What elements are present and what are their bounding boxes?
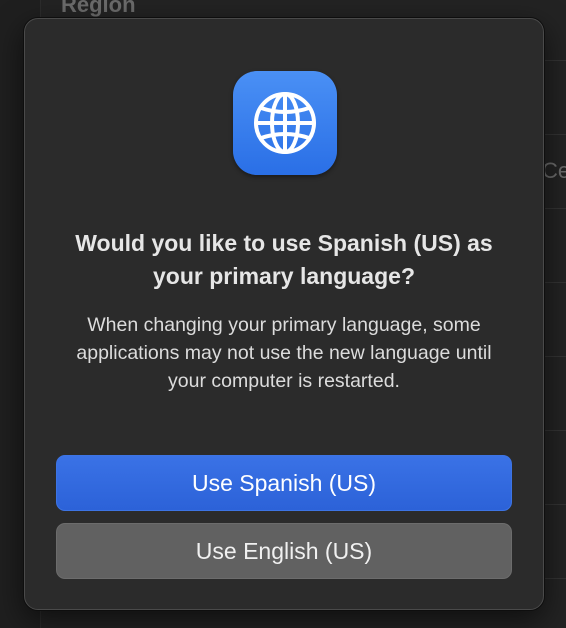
background-region-label: Region (61, 0, 136, 17)
globe-glyph (254, 92, 316, 154)
use-spanish-button[interactable]: Use Spanish (US) (56, 455, 512, 511)
dialog-title: Would you like to use Spanish (US) as yo… (75, 230, 493, 289)
use-english-button[interactable]: Use English (US) (56, 523, 512, 579)
globe-icon (233, 71, 337, 175)
background-partial-label: Ce (542, 158, 566, 183)
language-change-dialog: Would you like to use Spanish (US) as yo… (24, 18, 544, 610)
dialog-message: When changing your primary language, som… (76, 314, 492, 392)
